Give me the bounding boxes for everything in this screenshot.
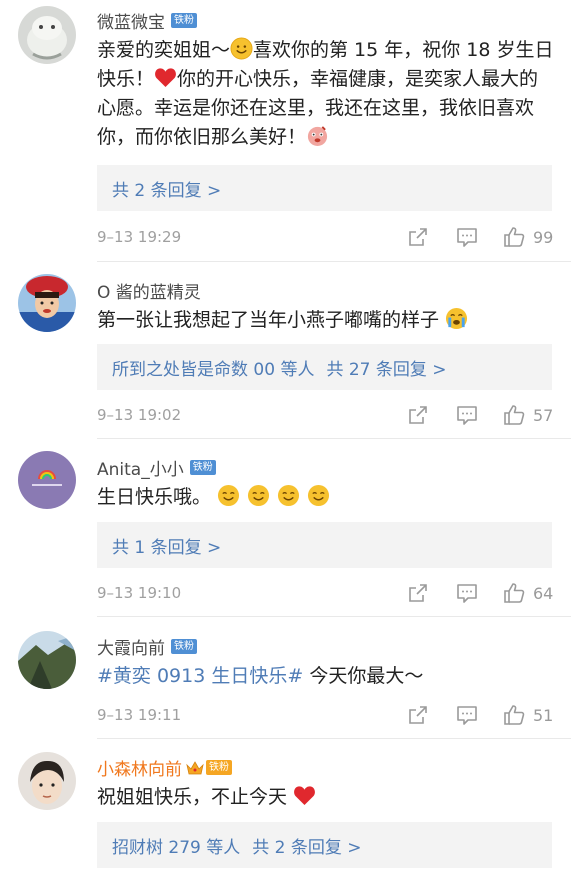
username[interactable]: 大霞向前 铁粉 — [97, 634, 197, 659]
kiss-emoji-icon — [307, 126, 328, 147]
comment-item: 微蓝微宝 铁粉 亲爱的奕姐姐～ 喜欢你的第 15 年，祝你 18 岁生日快乐！ 你的… — [0, 0, 571, 262]
like-icon[interactable] — [503, 582, 525, 604]
comment-meta: 9–13 19:10 64 — [97, 581, 555, 605]
timestamp: 9–13 19:02 — [97, 406, 182, 424]
share-icon[interactable] — [407, 582, 429, 604]
reply-users-link[interactable]: 所到之处皆是命数 00 等人 — [112, 355, 314, 380]
comment-item: O 酱的蓝精灵 第一张让我想起了当年小燕子嘟嘴的样子 所到之处皆是命数 00 等… — [0, 262, 571, 439]
avatar[interactable] — [18, 631, 76, 689]
comment-text: 生日快乐哦。 — [97, 483, 557, 512]
fan-badge: 铁粉 — [206, 760, 232, 775]
avatar[interactable] — [18, 6, 76, 64]
comment-meta: 9–13 19:29 99 — [97, 225, 555, 249]
comment-item: 小森林向前 铁粉 祝姐姐快乐，不止今天 招财树 279 等人 共 2 条回复 > — [0, 739, 571, 872]
comment-icon[interactable] — [456, 404, 478, 426]
comment-text: 祝姐姐快乐，不止今天 — [97, 783, 557, 812]
share-icon[interactable] — [407, 226, 429, 248]
like-count: 51 — [533, 705, 554, 725]
comment-text: #黄奕 0913 生日快乐# 今天你最大～ — [97, 662, 557, 691]
comment-icon[interactable] — [456, 226, 478, 248]
username-text[interactable]: 微蓝微宝 — [97, 8, 165, 33]
reply-users-link[interactable]: 招财树 279 等人 — [112, 833, 240, 858]
hashtag-link[interactable]: #黄奕 0913 生日快乐# — [97, 665, 303, 687]
reply-summary-box[interactable]: 所到之处皆是命数 00 等人 共 27 条回复 > — [97, 344, 552, 390]
username-text[interactable]: O 酱的蓝精灵 — [97, 278, 201, 303]
heart-icon — [155, 68, 176, 88]
username[interactable]: Anita_小小 铁粉 — [97, 455, 216, 480]
fan-badge: 铁粉 — [171, 13, 197, 28]
comment-text-part: 生日快乐哦。 — [97, 486, 212, 508]
like-icon[interactable] — [503, 704, 525, 726]
crying-emoji-icon — [446, 307, 468, 330]
share-icon[interactable] — [407, 404, 429, 426]
username-text[interactable]: 大霞向前 — [97, 634, 165, 659]
avatar[interactable] — [18, 274, 76, 332]
like-icon[interactable] — [503, 404, 525, 426]
like-count: 64 — [533, 583, 554, 603]
reply-count-link[interactable]: 共 2 条回复 > — [252, 833, 361, 858]
username-text[interactable]: Anita_小小 — [97, 455, 184, 480]
reply-count-link[interactable]: 共 2 条回复 > — [112, 176, 221, 201]
comment-text-part: 亲爱的奕姐姐～ — [97, 39, 231, 61]
fan-badge: 铁粉 — [171, 639, 197, 654]
comment-item: Anita_小小 铁粉 生日快乐哦。 共 1 条回复 > 9–13 19:10 … — [0, 439, 571, 617]
reply-summary-box[interactable]: 招财树 279 等人 共 2 条回复 > — [97, 822, 552, 868]
smile-emoji-icon — [230, 37, 253, 60]
comment-item: 大霞向前 铁粉 #黄奕 0913 生日快乐# 今天你最大～ 9–13 19:11… — [0, 617, 571, 739]
comment-text: 第一张让我想起了当年小燕子嘟嘴的样子 — [97, 306, 557, 335]
comment-meta: 9–13 19:02 57 — [97, 403, 555, 427]
smile-emoji-icon — [218, 484, 240, 507]
username-text[interactable]: 小森林向前 — [97, 755, 182, 780]
comment-text-part: 今天你最大～ — [303, 665, 424, 687]
like-count: 57 — [533, 405, 554, 425]
smile-emoji-icon — [248, 484, 270, 507]
reply-count-link[interactable]: 共 27 条回复 > — [326, 355, 446, 380]
timestamp: 9–13 19:11 — [97, 706, 182, 724]
reply-summary-box[interactable]: 共 1 条回复 > — [97, 522, 552, 568]
username[interactable]: 小森林向前 铁粉 — [97, 755, 232, 780]
avatar[interactable] — [18, 451, 76, 509]
like-count: 99 — [533, 227, 554, 247]
reply-count-link[interactable]: 共 1 条回复 > — [112, 533, 221, 558]
timestamp: 9–13 19:29 — [97, 228, 182, 246]
reply-summary-box[interactable]: 共 2 条回复 > — [97, 165, 552, 211]
smile-emoji-icon — [278, 484, 300, 507]
crown-icon — [186, 760, 204, 774]
share-icon[interactable] — [407, 704, 429, 726]
comment-icon[interactable] — [456, 704, 478, 726]
username[interactable]: 微蓝微宝 铁粉 — [97, 8, 197, 33]
comment-text: 亲爱的奕姐姐～ 喜欢你的第 15 年，祝你 18 岁生日快乐！ 你的开心快乐，幸福健… — [97, 36, 557, 152]
fan-badge: 铁粉 — [189, 460, 216, 475]
timestamp: 9–13 19:10 — [97, 584, 182, 602]
comment-icon[interactable] — [456, 582, 478, 604]
comment-meta: 9–13 19:11 51 — [97, 703, 555, 727]
like-icon[interactable] — [503, 226, 525, 248]
avatar[interactable] — [18, 752, 76, 810]
username[interactable]: O 酱的蓝精灵 — [97, 278, 201, 303]
comment-text-part: 第一张让我想起了当年小燕子嘟嘴的样子 — [97, 309, 440, 331]
smile-emoji-icon — [308, 484, 330, 507]
heart-icon — [294, 786, 315, 806]
comment-text-part: 祝姐姐快乐，不止今天 — [97, 786, 288, 808]
